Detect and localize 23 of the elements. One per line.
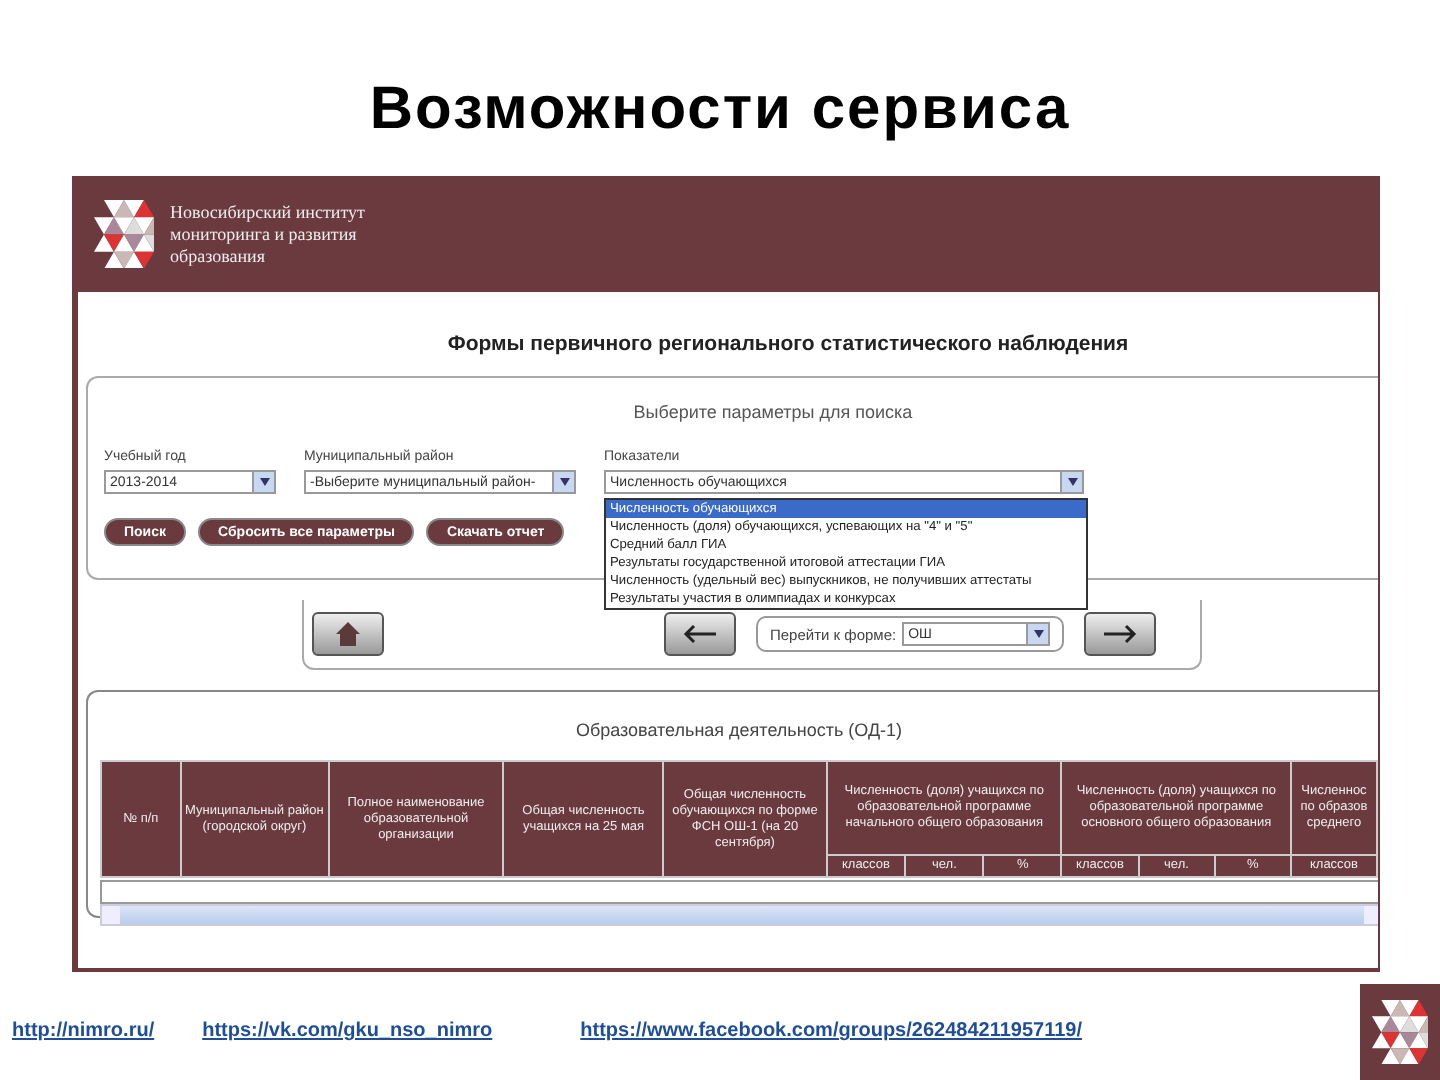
- institute-name: Новосибирский институт: [170, 201, 365, 223]
- institute-name: мониторинга и развития: [170, 223, 359, 245]
- dropdown-icon: [559, 478, 569, 486]
- scrollbar[interactable]: [100, 904, 1378, 926]
- slide-title: Возможности сервиса: [367, 74, 1073, 146]
- institute-name: образования: [170, 245, 267, 267]
- right-arrow-icon: [1102, 624, 1139, 644]
- logo-icon: [1372, 999, 1428, 1065]
- logo-icon: [94, 199, 154, 269]
- previous-button[interactable]: [664, 612, 736, 656]
- left-arrow-icon: [682, 624, 718, 644]
- page-title: Формы первичного регионального статистического наблюдения: [445, 330, 1131, 360]
- dropdown-icon: [1033, 630, 1044, 638]
- home-button[interactable]: [312, 612, 384, 656]
- next-button[interactable]: [1084, 612, 1157, 656]
- home-icon: [334, 620, 362, 648]
- web-link[interactable]: https://www.facebook.com/groups/262484211957119/: [580, 1020, 1082, 1042]
- dropdown-icon: [259, 478, 269, 486]
- search-heading: Выберите параметры для поиска: [631, 402, 915, 422]
- web-link[interactable]: https://vk.com/gku_nso_nimro: [202, 1020, 493, 1042]
- dropdown-icon: [1067, 478, 1077, 486]
- table-caption: Образовательная деятельность (ОД-1): [573, 720, 905, 740]
- web-link[interactable]: http://nimro.ru/: [12, 1020, 155, 1042]
